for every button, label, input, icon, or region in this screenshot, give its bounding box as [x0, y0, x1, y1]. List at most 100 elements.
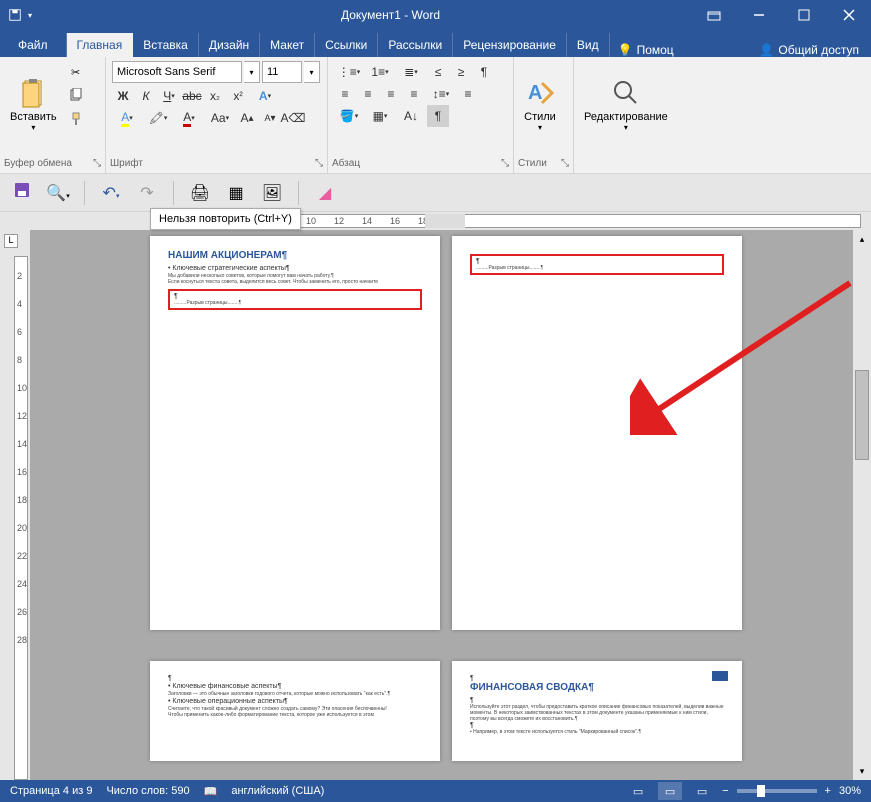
decrease-indent-button[interactable]: ≤	[427, 61, 449, 83]
clear-formatting-button[interactable]: A⌫	[282, 107, 304, 129]
zoom-thumb[interactable]	[757, 785, 765, 797]
font-size-combo[interactable]: 11	[262, 61, 302, 83]
underline-button[interactable]: Ч▾	[158, 85, 180, 107]
zoom-level[interactable]: 30%	[839, 785, 861, 797]
zoom-in-button[interactable]: +	[825, 785, 831, 797]
border-icon: ▦	[373, 109, 384, 123]
ribbon-options-button[interactable]	[691, 0, 736, 30]
picture-qat-button[interactable]: 🖼	[258, 179, 286, 207]
italic-button[interactable]: К	[135, 85, 157, 107]
minimize-button[interactable]	[736, 0, 781, 30]
print-layout-button[interactable]: ▭	[658, 782, 682, 800]
highlighted-region: ¶ .........Разрыв страницы........¶	[168, 289, 422, 310]
search-qat-button[interactable]: 🔍▾	[44, 179, 72, 207]
zoom-slider[interactable]	[737, 789, 817, 793]
multilevel-button[interactable]: ≣▾	[396, 61, 426, 83]
tab-view[interactable]: Вид	[567, 33, 610, 57]
scroll-up-button[interactable]: ▴	[853, 230, 871, 248]
print-preview-button[interactable]: 🖨	[186, 179, 214, 207]
tab-home[interactable]: Главная	[67, 33, 134, 57]
scrollbar-thumb[interactable]	[855, 370, 869, 460]
numbering-button[interactable]: 1≡▾	[365, 61, 395, 83]
borders-button[interactable]: ▦▾	[365, 105, 395, 127]
align-left-button[interactable]: ≡	[334, 83, 356, 105]
line-spacing-button[interactable]: ↕≡▾	[426, 83, 456, 105]
grow-font-button[interactable]: A▴	[236, 107, 258, 129]
styles-launcher[interactable]: ⤡	[561, 158, 569, 169]
table-qat-button[interactable]: ▦	[222, 179, 250, 207]
text-effects-button[interactable]: A▾	[250, 85, 280, 107]
language-indicator[interactable]: английский (США)	[231, 785, 324, 797]
strikethrough-button[interactable]: abc	[181, 85, 203, 107]
qat-dropdown-icon[interactable]: ▾	[28, 11, 32, 20]
document-page[interactable]: ¶ • Ключевые финансовые аспекты¶ Заголов…	[150, 661, 440, 761]
document-page[interactable]: НАШИМ АКЦИОНЕРАМ¶ • Ключевые стратегичес…	[150, 236, 440, 630]
tab-file[interactable]: Файл	[0, 33, 67, 57]
bullets-button[interactable]: ⋮≡▾	[334, 61, 364, 83]
shading-button[interactable]: 🪣▾	[334, 105, 364, 127]
title-bar: ▾ Документ1 - Word	[0, 0, 871, 30]
lightbulb-icon: 💡	[618, 43, 633, 57]
word-count[interactable]: Число слов: 590	[106, 785, 189, 797]
font-name-combo[interactable]: Microsoft Sans Serif	[112, 61, 242, 83]
scroll-down-button[interactable]: ▾	[853, 762, 871, 780]
cut-button[interactable]: ✂	[65, 61, 87, 83]
increase-indent-button[interactable]: ≥	[450, 61, 472, 83]
paragraph-launcher[interactable]: ⤡	[501, 158, 509, 169]
tab-review[interactable]: Рецензирование	[453, 33, 567, 57]
zoom-out-button[interactable]: −	[722, 785, 728, 797]
page-indicator[interactable]: Страница 4 из 9	[10, 785, 92, 797]
ruler-mark: 10	[306, 216, 316, 226]
page-canvas[interactable]: НАШИМ АКЦИОНЕРАМ¶ • Ключевые стратегичес…	[30, 230, 853, 780]
paste-button[interactable]: Вставить ▾	[4, 59, 63, 149]
save-icon	[13, 181, 31, 204]
text-highlight-button[interactable]: A▾	[112, 107, 142, 129]
highlight-color-button[interactable]: 🖍▾	[143, 107, 173, 129]
tab-selector[interactable]: L	[4, 234, 18, 248]
format-painter-button[interactable]	[65, 109, 87, 131]
shrink-font-button[interactable]: A▾	[259, 107, 281, 129]
editing-button[interactable]: Редактирование ▾	[578, 59, 674, 149]
tab-design[interactable]: Дизайн	[199, 33, 260, 57]
subscript-button[interactable]: x₂	[204, 85, 226, 107]
bold-button[interactable]: Ж	[112, 85, 134, 107]
font-launcher[interactable]: ⤡	[315, 158, 323, 169]
show-marks-button[interactable]: ¶	[473, 61, 495, 83]
read-mode-button[interactable]: ▭	[626, 782, 650, 800]
justify-button[interactable]: ≡	[403, 83, 425, 105]
spelling-icon[interactable]: 📖	[204, 785, 218, 798]
tab-references[interactable]: Ссылки	[315, 33, 378, 57]
font-size-dropdown[interactable]: ▾	[304, 61, 320, 83]
maximize-button[interactable]	[781, 0, 826, 30]
save-button[interactable]	[8, 179, 36, 207]
tab-mailings[interactable]: Рассылки	[378, 33, 453, 57]
font-color-button[interactable]: A▾	[174, 107, 204, 129]
web-layout-button[interactable]: ▭	[690, 782, 714, 800]
page-text: Если коснуться текста совета, выделится …	[168, 279, 422, 285]
change-case-button[interactable]: Aa▾	[205, 107, 235, 129]
table-icon: ▦	[228, 183, 243, 203]
styles-button[interactable]: A Стили ▾	[518, 59, 562, 149]
ribbon: Вставить ▾ ✂ Буфер обмена⤡ Microsoft San…	[0, 57, 871, 174]
align-right-button[interactable]: ≡	[380, 83, 402, 105]
font-name-dropdown[interactable]: ▾	[244, 61, 260, 83]
tell-me-button[interactable]: 💡 Помоц	[610, 43, 682, 57]
align-center-button[interactable]: ≡	[357, 83, 379, 105]
copy-button[interactable]	[65, 85, 87, 107]
distributed-button[interactable]: ≡	[457, 83, 479, 105]
sort-button[interactable]: A↓	[396, 105, 426, 127]
tab-insert[interactable]: Вставка	[133, 33, 199, 57]
paragraph-marks-button[interactable]: ¶	[427, 105, 449, 127]
redo-button[interactable]: ↷	[133, 179, 161, 207]
vertical-scrollbar[interactable]: ▴ ▾	[853, 230, 871, 780]
superscript-button[interactable]: x²	[227, 85, 249, 107]
undo-button[interactable]: ↶▾	[97, 179, 125, 207]
eraser-qat-button[interactable]: ◢	[311, 179, 339, 207]
clipboard-launcher[interactable]: ⤡	[93, 158, 101, 169]
share-button[interactable]: 👤 Общий доступ	[747, 43, 871, 57]
document-page[interactable]: ¶ ФИНАНСОВАЯ СВОДКА¶ ¶ Используйте этот …	[452, 661, 742, 761]
tab-layout[interactable]: Макет	[260, 33, 315, 57]
document-page[interactable]: ¶ .........Разрыв страницы........¶	[452, 236, 742, 630]
ruler-mark: 12	[334, 216, 344, 226]
close-button[interactable]	[826, 0, 871, 30]
